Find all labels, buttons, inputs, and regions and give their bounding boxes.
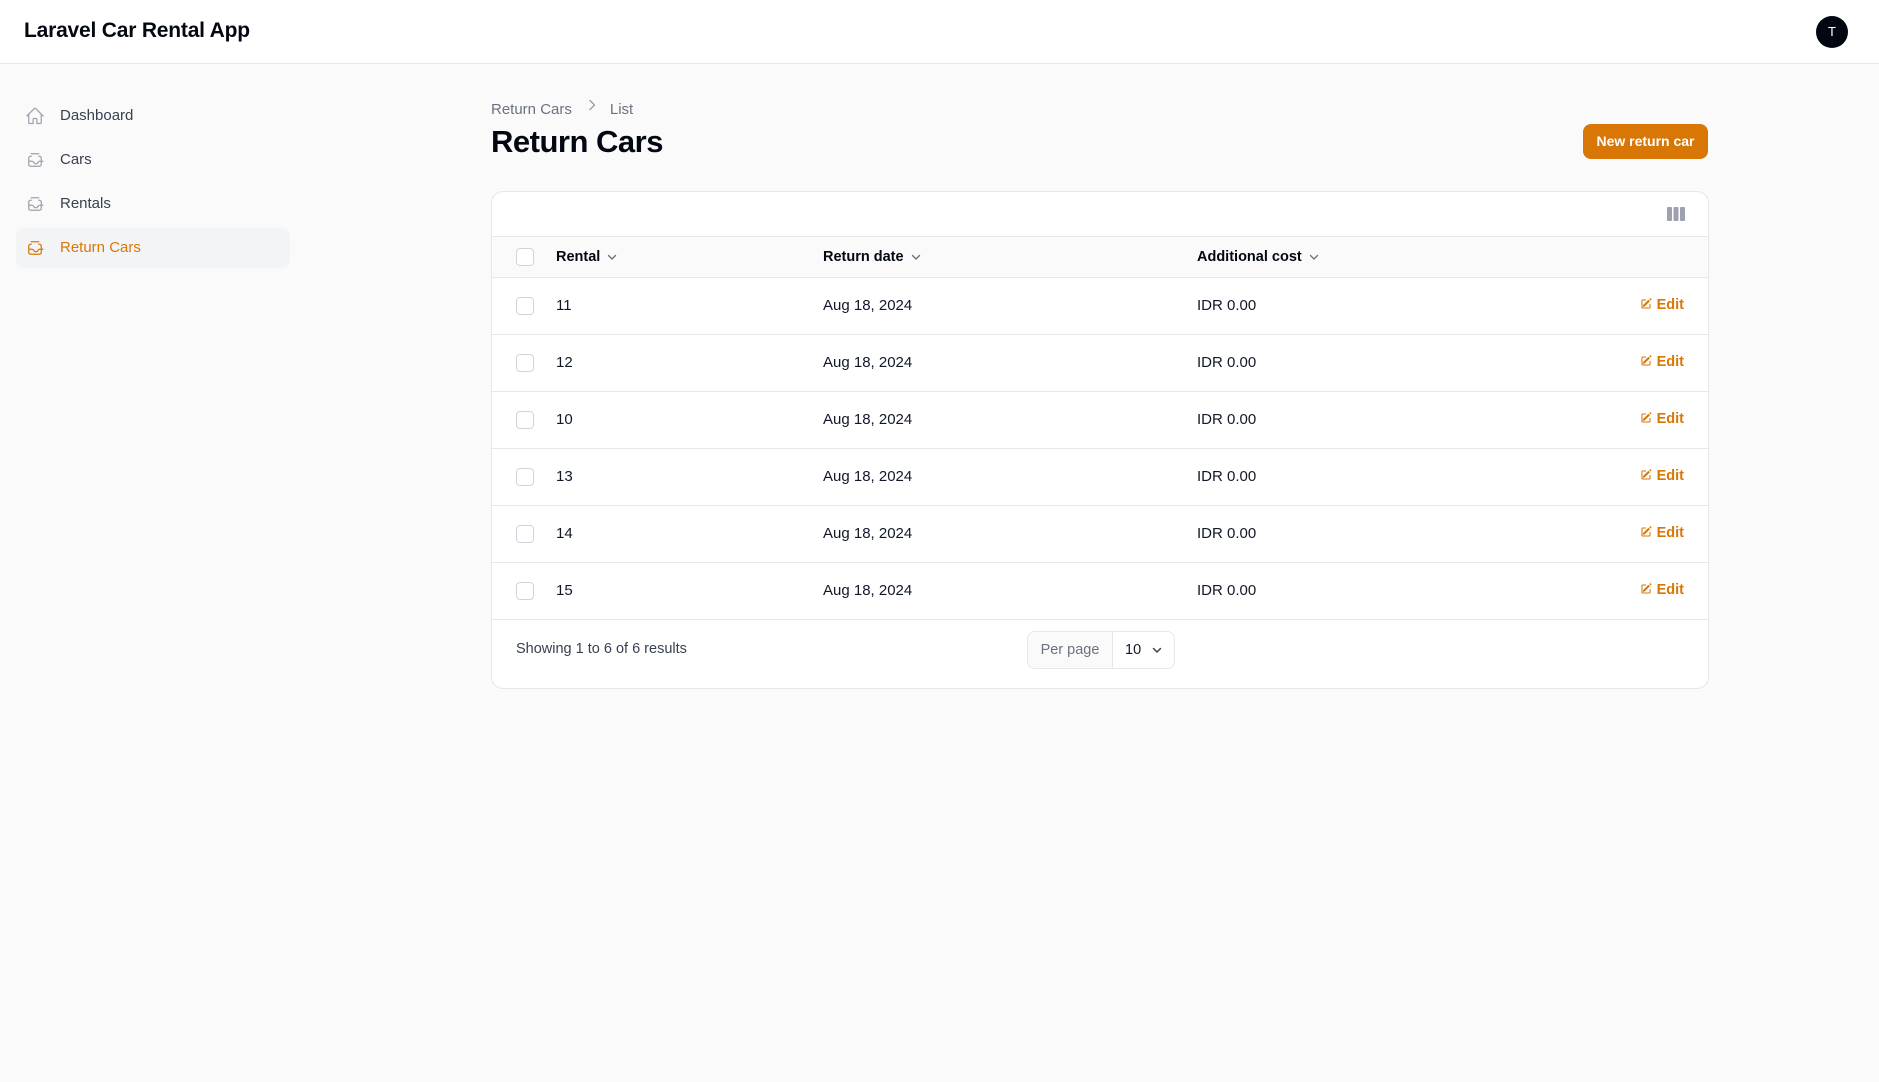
- user-avatar[interactable]: T: [1816, 16, 1848, 48]
- table-row[interactable]: 11 Aug 18, 2024 IDR 0.00 Edit: [492, 278, 1708, 335]
- table-row[interactable]: 15 Aug 18, 2024 IDR 0.00 Edit: [492, 563, 1708, 620]
- rental-cell: 12: [556, 354, 573, 371]
- table-header-row: Rental Return date Additional cost: [492, 237, 1708, 278]
- additional-cost-cell: IDR 0.00: [1197, 525, 1257, 542]
- additional-cost-cell: IDR 0.00: [1197, 582, 1257, 599]
- return-date-cell: Aug 18, 2024: [823, 411, 913, 428]
- inbox-stack-icon: [28, 241, 44, 255]
- column-header-rental[interactable]: Rental: [556, 249, 618, 265]
- edit-link[interactable]: Edit: [1639, 468, 1684, 484]
- sidebar-item-return-cars[interactable]: Return Cars: [16, 228, 290, 268]
- table-row[interactable]: 14 Aug 18, 2024 IDR 0.00 Edit: [492, 506, 1708, 563]
- return-date-cell: Aug 18, 2024: [823, 525, 913, 542]
- chevron-down-icon: [1152, 647, 1162, 653]
- per-page-label: Per page: [1028, 632, 1113, 668]
- sidebar-item-label: Cars: [60, 151, 92, 168]
- pencil-square-icon: [1641, 412, 1651, 423]
- additional-cost-cell: IDR 0.00: [1197, 297, 1257, 314]
- chevron-down-icon: [608, 254, 617, 260]
- pencil-square-icon: [1641, 298, 1651, 309]
- new-return-car-button[interactable]: New return car: [1583, 124, 1708, 159]
- row-checkbox[interactable]: [516, 468, 534, 486]
- row-checkbox[interactable]: [516, 525, 534, 543]
- row-checkbox[interactable]: [516, 354, 534, 372]
- sidebar-item-cars[interactable]: Cars: [16, 140, 290, 180]
- edit-link[interactable]: Edit: [1639, 582, 1684, 598]
- pencil-square-icon: [1641, 526, 1651, 537]
- additional-cost-cell: IDR 0.00: [1197, 411, 1257, 428]
- table-row[interactable]: 10 Aug 18, 2024 IDR 0.00 Edit: [492, 392, 1708, 449]
- return-date-cell: Aug 18, 2024: [823, 468, 913, 485]
- rental-cell: 15: [556, 582, 573, 599]
- rental-cell: 11: [556, 297, 572, 314]
- select-all-checkbox[interactable]: [516, 248, 534, 266]
- inbox-stack-icon: [28, 197, 44, 211]
- pencil-square-icon: [1641, 469, 1651, 480]
- edit-link[interactable]: Edit: [1639, 525, 1684, 541]
- table-row[interactable]: 13 Aug 18, 2024 IDR 0.00 Edit: [492, 449, 1708, 506]
- rental-cell: 14: [556, 525, 573, 542]
- breadcrumb: Return Cars List: [491, 97, 633, 118]
- per-page-select[interactable]: 10: [1113, 632, 1174, 668]
- app-title[interactable]: Laravel Car Rental App: [24, 19, 250, 43]
- sidebar-item-label: Rentals: [60, 195, 111, 212]
- table-row[interactable]: 12 Aug 18, 2024 IDR 0.00 Edit: [492, 335, 1708, 392]
- column-header-additional-cost[interactable]: Additional cost: [1197, 249, 1320, 265]
- home-icon: [26, 107, 44, 125]
- return-date-cell: Aug 18, 2024: [823, 582, 913, 599]
- row-checkbox[interactable]: [516, 297, 534, 315]
- chevron-down-icon: [1309, 254, 1318, 260]
- chevron-down-icon: [911, 254, 920, 260]
- return-cars-table: Rental Return date Additional cost 11 Au…: [491, 191, 1709, 689]
- sidebar: Dashboard Cars Rentals Return Cars: [16, 96, 290, 272]
- table-toolbar: [492, 192, 1708, 237]
- breadcrumb-parent-link[interactable]: Return Cars: [491, 101, 572, 118]
- row-checkbox[interactable]: [516, 411, 534, 429]
- sidebar-item-dashboard[interactable]: Dashboard: [16, 96, 290, 136]
- sidebar-item-label: Return Cars: [60, 239, 141, 256]
- edit-link[interactable]: Edit: [1639, 297, 1684, 313]
- results-count: Showing 1 to 6 of 6 results: [516, 641, 687, 657]
- inbox-stack-icon: [28, 153, 44, 167]
- rental-cell: 13: [556, 468, 573, 485]
- edit-link[interactable]: Edit: [1639, 354, 1684, 370]
- column-header-return-date[interactable]: Return date: [823, 249, 922, 265]
- return-date-cell: Aug 18, 2024: [823, 297, 913, 314]
- edit-link[interactable]: Edit: [1639, 411, 1684, 427]
- per-page-control: Per page 10: [1027, 631, 1175, 669]
- row-checkbox[interactable]: [516, 582, 534, 600]
- sidebar-item-rentals[interactable]: Rentals: [16, 184, 290, 224]
- sidebar-item-label: Dashboard: [60, 107, 134, 124]
- pencil-square-icon: [1641, 583, 1651, 594]
- top-bar: Laravel Car Rental App T: [0, 0, 1879, 64]
- pagination-footer: Showing 1 to 6 of 6 results Per page 10: [492, 620, 1708, 680]
- additional-cost-cell: IDR 0.00: [1197, 468, 1257, 485]
- rental-cell: 10: [556, 411, 573, 428]
- return-date-cell: Aug 18, 2024: [823, 354, 913, 371]
- pencil-square-icon: [1641, 355, 1651, 366]
- columns-toggle-icon[interactable]: [1667, 206, 1685, 222]
- breadcrumb-current: List: [609, 100, 634, 118]
- page-title: Return Cars: [491, 124, 663, 159]
- chevron-right-icon: [589, 99, 596, 111]
- per-page-value: 10: [1125, 642, 1142, 658]
- additional-cost-cell: IDR 0.00: [1197, 354, 1257, 371]
